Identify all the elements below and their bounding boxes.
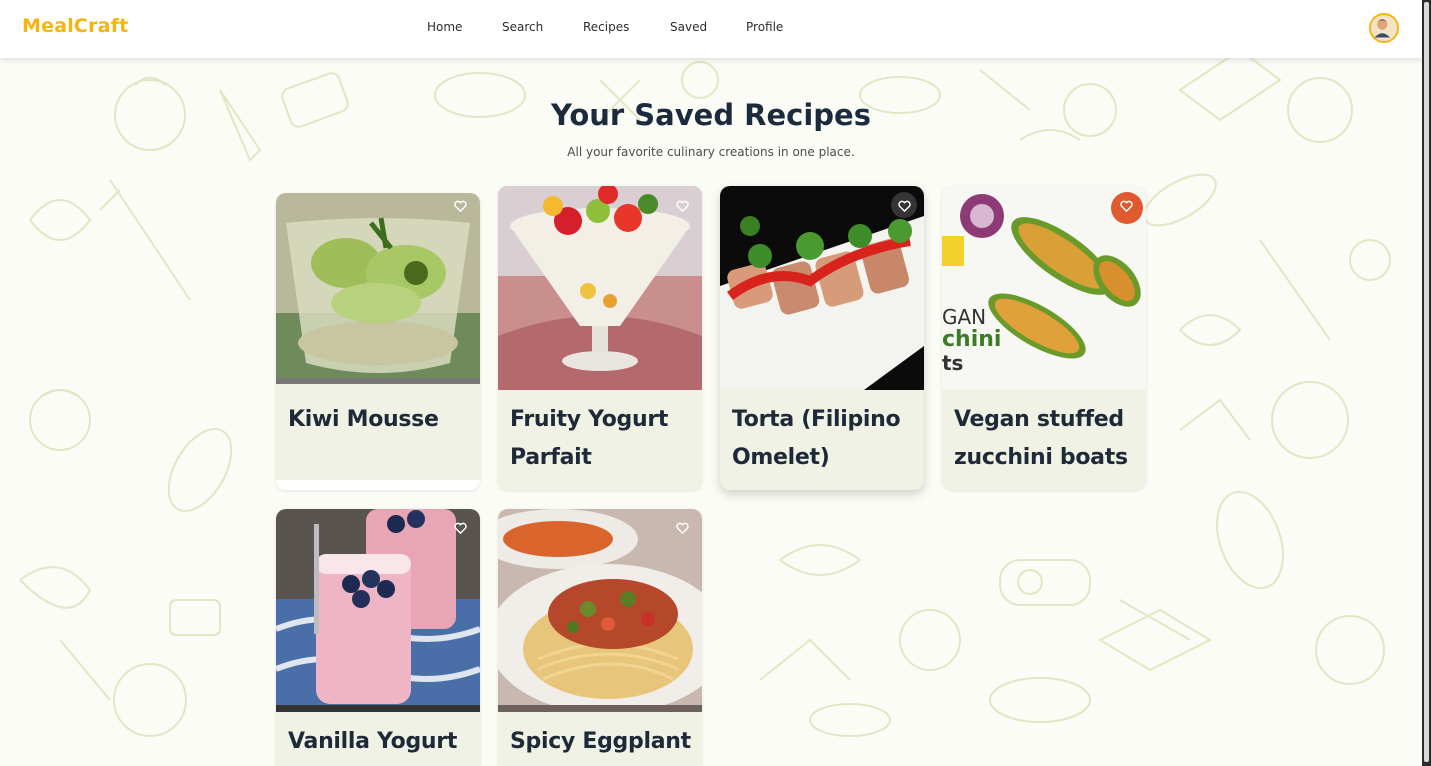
recipe-image <box>276 509 480 712</box>
recipe-image <box>498 186 702 390</box>
save-button[interactable] <box>447 193 473 218</box>
nav-recipes[interactable]: Recipes <box>583 20 629 34</box>
recipe-card[interactable]: Fruity Yogurt Parfait <box>498 186 702 490</box>
save-button[interactable] <box>1113 192 1139 218</box>
heart-icon <box>453 522 467 534</box>
nav-home[interactable]: Home <box>427 20 462 34</box>
recipe-title: Kiwi Mousse <box>288 407 439 432</box>
heart-icon <box>453 200 467 212</box>
page-scrollbar[interactable] <box>1422 0 1431 766</box>
recipe-card[interactable]: Spicy Eggplant <box>498 509 702 766</box>
svg-text:ts: ts <box>942 351 963 375</box>
recipe-image: GAN chini ts <box>942 186 1146 390</box>
nav-saved[interactable]: Saved <box>670 20 707 34</box>
heart-icon <box>1119 200 1133 212</box>
nav-links: Home Search Recipes Saved Profile <box>0 20 1422 38</box>
recipe-title: Fruity Yogurt Parfait <box>510 407 669 470</box>
recipe-title: Spicy Eggplant <box>510 729 691 754</box>
scrollbar-thumb[interactable] <box>1424 2 1429 762</box>
user-avatar-icon[interactable] <box>1369 13 1399 43</box>
recipe-title: Vegan stuffed zucchini boats <box>954 407 1128 470</box>
heart-icon <box>675 522 689 534</box>
page-title: Your Saved Recipes <box>550 98 871 132</box>
recipe-image <box>498 509 702 712</box>
recipe-image <box>276 193 480 384</box>
heart-icon <box>897 200 911 212</box>
page-subtitle: All your favorite culinary creations in … <box>567 145 855 159</box>
save-button[interactable] <box>669 514 695 540</box>
recipe-card[interactable]: Vanilla Yogurt <box>276 509 480 766</box>
recipe-image <box>720 186 924 390</box>
recipe-title: Vanilla Yogurt <box>288 729 458 754</box>
save-button[interactable] <box>669 192 695 218</box>
heart-icon <box>675 200 689 212</box>
save-button[interactable] <box>891 192 917 218</box>
recipe-card[interactable]: Kiwi Mousse <box>276 193 480 490</box>
recipe-card[interactable]: GAN chini ts Vegan stuffed zucchini boat… <box>942 186 1146 490</box>
svg-text:chini: chini <box>942 327 1001 352</box>
svg-text:GAN: GAN <box>942 305 986 329</box>
card-footer <box>276 480 480 490</box>
nav-search[interactable]: Search <box>502 20 543 34</box>
recipe-card[interactable]: Torta (Filipino Omelet) <box>720 186 924 490</box>
top-navbar: MealCraft Home Search Recipes Saved Prof… <box>0 0 1422 58</box>
nav-profile[interactable]: Profile <box>746 20 783 34</box>
save-button[interactable] <box>447 514 473 540</box>
recipe-title: Torta (Filipino Omelet) <box>732 407 901 470</box>
